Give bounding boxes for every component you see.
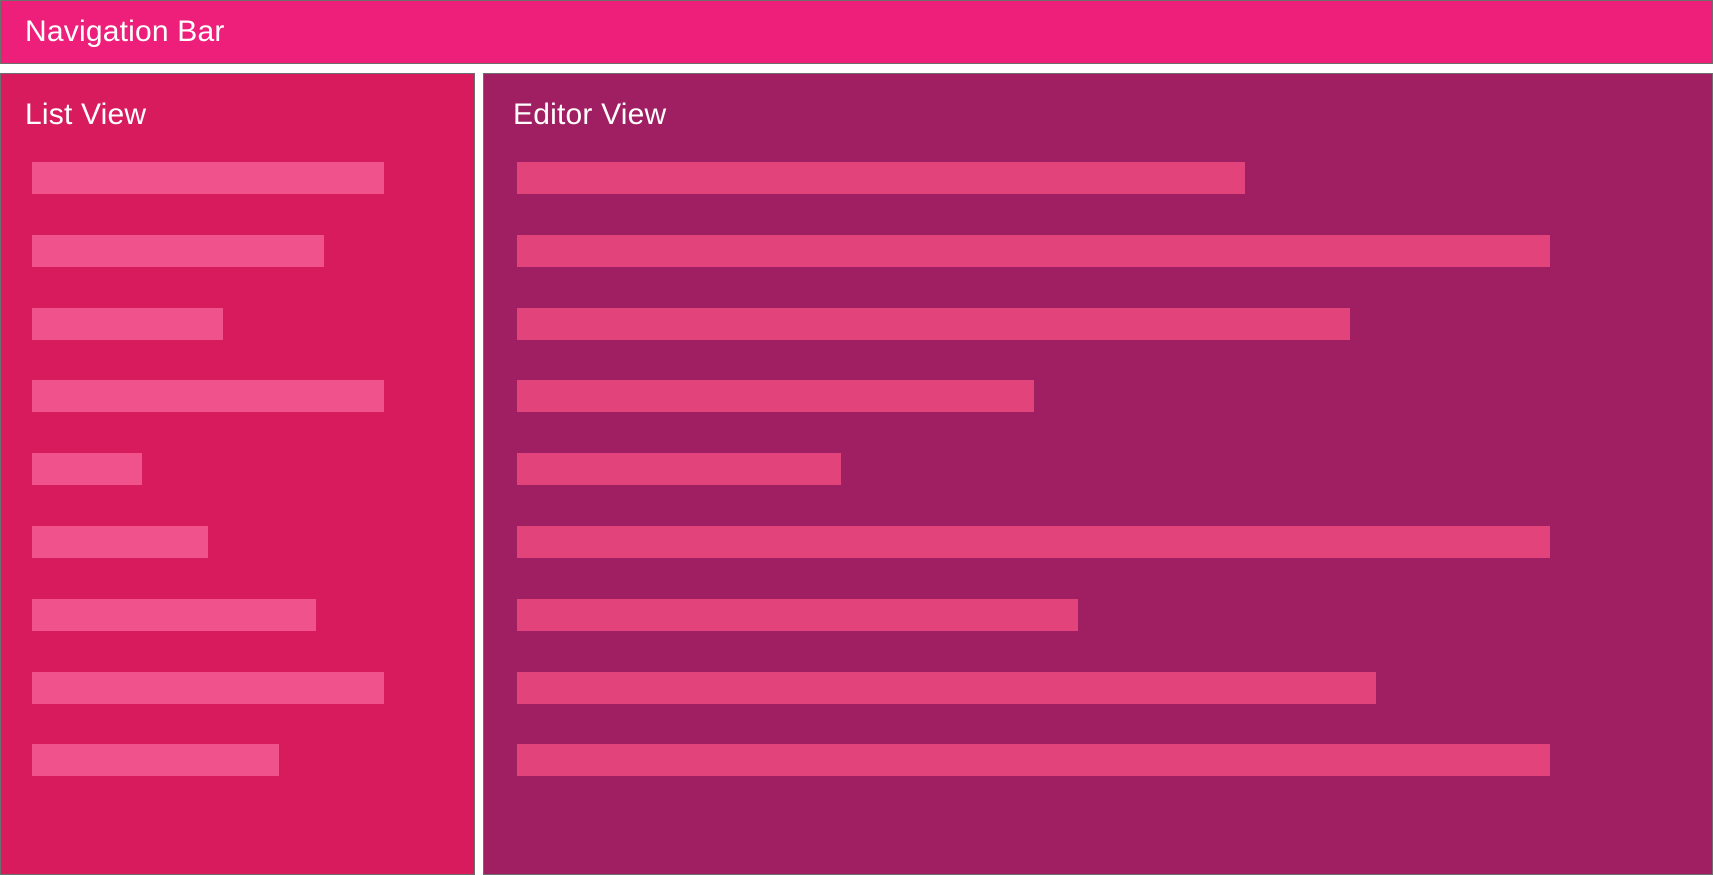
list-item-placeholder — [32, 307, 223, 340]
navigation-bar: Navigation Bar — [0, 0, 1713, 64]
list-item-placeholder — [32, 453, 142, 486]
navigation-bar-label: Navigation Bar — [25, 15, 225, 48]
list-item-placeholder — [32, 744, 279, 777]
editor-line-placeholder — [517, 380, 1034, 413]
editor-view-lines — [484, 74, 1712, 874]
editor-line-placeholder — [517, 162, 1245, 194]
list-item-placeholder — [32, 526, 208, 558]
list-view-items — [1, 74, 474, 874]
editor-line-placeholder — [517, 526, 1550, 558]
editor-line-placeholder — [517, 307, 1350, 340]
editor-line-placeholder — [517, 598, 1078, 631]
editor-view-panel: Editor View — [483, 73, 1713, 875]
editor-line-placeholder — [517, 453, 841, 486]
editor-line-placeholder — [517, 744, 1550, 777]
list-item-placeholder — [32, 234, 324, 267]
list-item-placeholder — [32, 380, 384, 413]
editor-line-placeholder — [517, 234, 1550, 267]
list-item-placeholder — [32, 671, 384, 704]
editor-line-placeholder — [517, 671, 1376, 704]
list-item-placeholder — [32, 598, 316, 631]
list-item-placeholder — [32, 162, 384, 194]
list-view-panel: List View — [0, 73, 475, 875]
